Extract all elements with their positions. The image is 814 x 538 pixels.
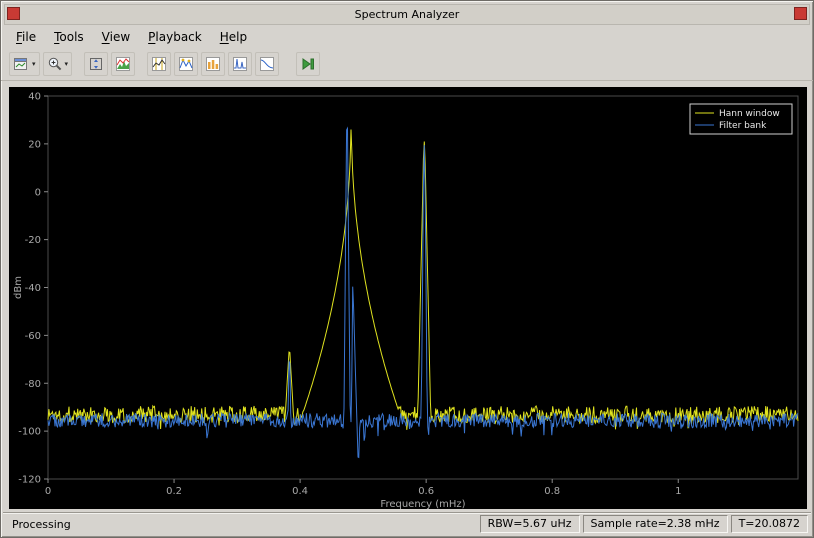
menu-help[interactable]: Help [211,27,256,47]
window-menu-button[interactable] [7,7,20,20]
distortion-measurements-icon [233,57,248,71]
status-rbw: RBW=5.67 uHz [479,515,580,533]
channel-measurements-icon [206,57,221,71]
svg-text:0.4: 0.4 [292,486,308,497]
svg-text:0.8: 0.8 [544,486,560,497]
toolbar: ▾ ▾ [1,49,813,81]
spectrum-analyzer-window: Spectrum Analyzer File Tools View Playback H… [0,0,814,538]
svg-text:-20: -20 [25,235,41,246]
zoom-in-button[interactable]: ▾ [42,52,73,76]
svg-text:20: 20 [28,139,41,150]
svg-text:Frequency (mHz): Frequency (mHz) [380,499,465,509]
export-button[interactable]: ▾ [9,52,40,76]
plot-panel[interactable]: 0 0.2 0.4 0.6 0.8 1 40 20 0 -20 -40 -60 -80 -100 -120 F… [9,87,807,510]
spectrum-plot: 0 0.2 0.4 0.6 0.8 1 40 20 0 -20 -40 -60 -80 -100 -120 F… [13,92,799,510]
peak-finder-button[interactable] [174,52,199,76]
fit-to-view-icon [90,58,103,70]
svg-text:Filter bank: Filter bank [719,121,767,131]
menu-view[interactable]: View [93,27,139,47]
window-title: Spectrum Analyzer [354,8,460,21]
fit-to-view-button[interactable] [84,52,109,76]
spectrum-settings-button[interactable] [111,52,136,76]
status-sample-rate: Sample rate=2.38 mHz [582,515,728,533]
distortion-measurements-button[interactable] [228,52,253,76]
svg-text:Hann window: Hann window [719,109,780,119]
svg-text:0: 0 [45,486,51,497]
svg-text:-40: -40 [25,283,41,294]
menu-tools[interactable]: Tools [45,27,93,47]
cursor-measurements-icon [152,57,167,71]
dropdown-caret-icon: ▾ [32,60,36,68]
channel-measurements-button[interactable] [201,52,226,76]
peak-finder-icon [179,57,194,71]
step-forward-button[interactable] [296,52,321,76]
ccdf-measurements-button[interactable] [255,52,280,76]
status-bar: Processing RBW=5.67 uHz Sample rate=2.38… [3,512,811,535]
svg-text:0.2: 0.2 [166,486,182,497]
ccdf-measurements-icon [260,57,275,71]
menu-bar: File Tools View Playback Help [1,25,813,49]
svg-text:-80: -80 [25,379,41,390]
cursor-measurements-button[interactable] [147,52,172,76]
svg-text:-120: -120 [18,475,41,486]
dropdown-caret-icon: ▾ [64,60,69,68]
svg-text:dBm: dBm [13,276,24,299]
menu-file[interactable]: File [7,27,45,47]
menu-playback[interactable]: Playback [139,27,211,47]
svg-text:0: 0 [35,187,41,198]
title-bar[interactable]: Spectrum Analyzer [4,4,810,25]
zoom-in-icon [48,57,61,71]
svg-text:40: 40 [28,92,41,103]
status-message: Processing [12,517,71,531]
status-time: T=20.0872 [730,515,808,533]
close-button[interactable] [794,7,807,20]
svg-text:1: 1 [675,486,681,497]
step-forward-icon [302,58,315,70]
export-scope-icon [14,58,27,70]
svg-text:-100: -100 [18,427,41,438]
spectrum-settings-icon [116,57,131,71]
svg-text:0.6: 0.6 [418,486,434,497]
svg-text:-60: -60 [25,331,41,342]
